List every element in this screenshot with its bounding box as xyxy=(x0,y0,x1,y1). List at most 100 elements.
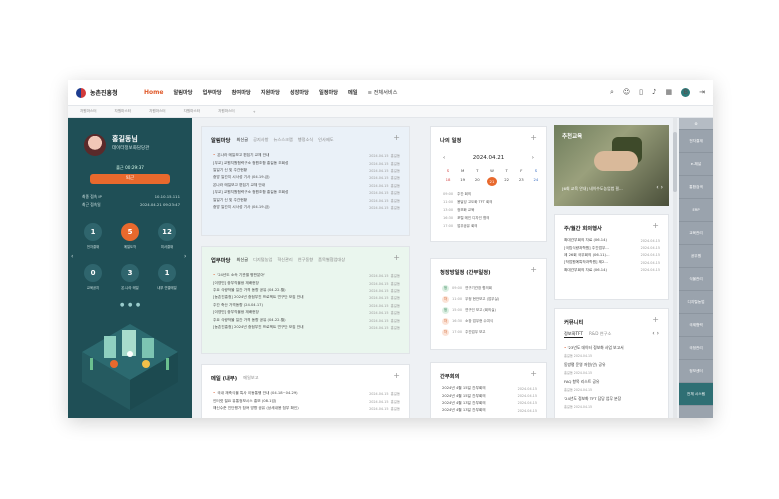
stat-onnara-mail[interactable]: 3 온-나라 메일 xyxy=(121,264,139,290)
tab-announcement[interactable]: 공지사항 xyxy=(253,137,268,143)
stats-prev-arrow[interactable]: ‹ xyxy=(71,253,73,260)
banner-nav-arrows[interactable]: ‹ › xyxy=(656,184,663,191)
breadcrumb-item[interactable]: 자원마스터 xyxy=(80,109,97,114)
nav-schedule[interactable]: 일정마당 xyxy=(319,89,338,96)
rail-item[interactable]: 디지털농업 xyxy=(679,291,713,314)
list-item[interactable]: '24년도 정보화 TFT 담당 업무 분장 홍길동 2024.04.15 xyxy=(564,396,664,413)
list-item[interactable]: 2024년 4월 15일 간부회의 2024.04.15 xyxy=(442,392,537,399)
list-item[interactable]: 차 17:00 주간업무 보고 xyxy=(442,327,552,338)
events-more-button[interactable]: + xyxy=(652,222,659,230)
list-item[interactable]: 동방평 운영 저원(안) 공유 홍길동 2024.04.15 xyxy=(564,362,664,379)
list-item[interactable]: 차 16:30 소장 업무현 수여식 xyxy=(442,316,552,327)
content-scrollbar[interactable] xyxy=(673,118,677,418)
rail-item[interactable]: 식물관리 xyxy=(679,268,713,291)
bell-icon[interactable]: ♪ xyxy=(652,88,656,97)
month-next-arrow[interactable]: › xyxy=(532,155,534,161)
rail-item[interactable]: 국제협력 xyxy=(679,314,713,337)
breadcrumb-item[interactable]: 자원마스터 xyxy=(184,109,201,114)
nav-all-services[interactable]: ≡ 전체서비스 xyxy=(368,89,398,96)
list-item[interactable]: 청 15:00 연구인 보고 (회의실) xyxy=(442,305,552,316)
nav-support[interactable]: 지원마당 xyxy=(261,89,280,96)
list-item[interactable]: [무교] 교원지원협력구소 청원조합 홍길동 조회성 2024.04.15 홍길동 xyxy=(213,159,400,166)
notice-more-button[interactable]: + xyxy=(393,134,400,142)
tab-hr[interactable]: 인사제도 xyxy=(318,137,333,143)
stat-pending[interactable]: 12 미서결재 xyxy=(158,223,176,249)
nav-mail[interactable]: 메일 xyxy=(348,89,358,96)
stat-mail[interactable]: 5 메일도착 xyxy=(121,223,139,249)
tab-latest[interactable]: 최신글 xyxy=(237,257,249,263)
schedule-item[interactable]: 17:00 업무공유 회의 xyxy=(443,224,543,232)
list-item[interactable]: [무교] 교원지원협력구소 청원조합 홍길동 조회성 2024.04.15 홍길동 xyxy=(213,189,400,196)
list-item[interactable]: 확대간부회의 자료 (06.14) 2024.04.15 xyxy=(564,237,660,244)
list-item[interactable]: [국립식량과학원] 주간업무... 2024.04.15 xyxy=(564,244,660,251)
breadcrumb-item[interactable]: 자원마스터 xyxy=(115,109,132,114)
schedule-item[interactable]: 13:00 정보화 교육 xyxy=(443,208,543,216)
nav-participate[interactable]: 참여마당 xyxy=(232,89,251,96)
calendar-day[interactable]: 19 xyxy=(458,177,468,186)
rail-all-systems[interactable]: 전체 시스템 xyxy=(679,383,713,406)
list-item[interactable]: [농촌진흥청] 2024년 중점부진 프로젝트 연구단 모집 안내 2024.04… xyxy=(213,294,400,301)
tab-digital-agri[interactable]: 디지털농업 xyxy=(253,257,272,263)
list-item[interactable]: [이영민] 중부직물쌍 재배현장 2024.04.15 홍길동 xyxy=(213,309,400,316)
calendar-day[interactable]: 18 xyxy=(443,177,453,186)
community-more-button[interactable]: + xyxy=(652,316,659,324)
scrollbar-thumb[interactable] xyxy=(673,132,677,192)
list-item[interactable]: 2024년 4월 13일 간부회의 2024.04.15 xyxy=(442,400,537,407)
list-item[interactable]: 일일기 신 및 주간현황 2024.04.15 홍길동 xyxy=(213,167,400,174)
tab-latest[interactable]: 최신글 xyxy=(237,137,249,143)
list-item[interactable]: 주요 식량작물 일간 가격 동향 공유 (04.22.월) 2024.04.15 … xyxy=(213,316,400,323)
list-item[interactable]: [농촌진흥청] 2024년 중점부진 프로젝트 연구단 모집 안내 2024.04… xyxy=(213,324,400,331)
recommended-education-banner[interactable]: 추천교육 [6회 교육 안내] 네이수도농업법 필... ‹ › xyxy=(554,125,669,206)
tab-rnd-lab[interactable]: R&D 연구소 xyxy=(589,331,611,338)
rail-item[interactable]: ERP xyxy=(679,199,713,222)
schedule-item[interactable]: 09:00 주간 회의 xyxy=(443,192,543,200)
list-item[interactable]: 일일기 신 및 주간현황 2024.04.15 홍길동 xyxy=(213,196,400,203)
rail-item[interactable]: 국정관리 xyxy=(679,337,713,360)
list-item[interactable]: • '23년도 데이터 정보화 사업 보고서 홍길동 2024.04.15 xyxy=(564,345,664,362)
logo[interactable]: 농촌진흥청 xyxy=(76,87,136,98)
list-item[interactable]: • 국내 재축식물 특사 이동통행 안내 (04.18~04.29) 2024.04… xyxy=(213,390,400,397)
list-item[interactable]: 주요 식량작물 일간 가격 동향 공유 (04.22.월) 2024.04.15 … xyxy=(213,287,400,294)
mail-more-button[interactable]: + xyxy=(393,372,400,380)
tab-it-tft[interactable]: 정보화TFT xyxy=(564,331,584,338)
list-item[interactable]: 제 26회 국무회의 (06.11)... 2024.04.15 xyxy=(564,252,660,259)
tab-admin-news[interactable]: 행정소식 xyxy=(298,137,313,143)
nav-work[interactable]: 업무마당 xyxy=(203,89,222,96)
list-item[interactable]: 확대간부회의 자료 (06.14) 2024.04.15 xyxy=(564,267,660,274)
stat-internal-mail[interactable]: 1 내부 연결메일 xyxy=(157,264,177,290)
schedule-add-button[interactable]: + xyxy=(530,134,537,142)
calendar-day[interactable]: 23 xyxy=(516,177,526,186)
stat-approval[interactable]: 1 전자결재 xyxy=(84,223,102,249)
list-item[interactable]: 온나라 메일보고 편집기 교체 안내 2024.04.15 홍길동 xyxy=(213,182,400,189)
breadcrumb-item[interactable]: 자원마스터 xyxy=(149,109,166,114)
list-item[interactable]: 청 09:00 연구기관장 협의회 xyxy=(442,283,552,294)
rail-item[interactable]: 교육관리 xyxy=(679,222,713,245)
list-item[interactable]: 2024년 4월 13일 간부회의 2024.04.15 xyxy=(442,407,537,414)
rail-item[interactable]: 전자결재 xyxy=(679,130,713,153)
nav-notice[interactable]: 알림마당 xyxy=(173,89,192,96)
list-item[interactable]: [이영민] 중부직물쌍 재배현장 2024.04.15 홍길동 xyxy=(213,279,400,286)
list-item[interactable]: 차 11:00 우정 현안보고 (업무실) xyxy=(442,294,552,305)
tab-research-trend[interactable]: 연구동향 xyxy=(298,257,313,263)
tab-news-scrap[interactable]: 뉴스스크랩 xyxy=(273,137,292,143)
leave-button[interactable]: 퇴근 xyxy=(90,174,170,184)
schedule-item[interactable]: 16:30 포털 메인 디자인 협의 xyxy=(443,216,543,224)
list-item[interactable]: 인터넷 필요 유통정보시스 홍보 (08.1검) 2024.04.15 홍길동 xyxy=(213,397,400,404)
calendar-day[interactable]: 24 xyxy=(531,177,541,186)
list-item[interactable]: FAQ 항목 리스트 공유 홍길동 2024.04.15 xyxy=(564,379,664,396)
tab-mail-report[interactable]: 메일보고 xyxy=(243,375,258,381)
search-icon[interactable]: ⌕ xyxy=(610,88,614,97)
exec-more-button[interactable]: + xyxy=(530,370,537,378)
breadcrumb-add-button[interactable]: + xyxy=(253,110,256,114)
bookmark-icon[interactable]: ▯ xyxy=(639,88,643,97)
list-item[interactable]: • '24년도 소속 기관별 평판분야' 2024.04.15 홍길동 xyxy=(213,272,400,279)
stat-education[interactable]: 0 교육공지 xyxy=(84,264,102,290)
tab-innovation[interactable]: 혁신관리 xyxy=(277,257,292,263)
list-item[interactable]: 중앙 일간지 시사성 기사 (04.19.금) 2024.04.15 홍길동 xyxy=(213,174,400,181)
director-more-button[interactable]: + xyxy=(530,266,537,274)
rail-item[interactable]: e-채널 xyxy=(679,153,713,176)
list-item[interactable]: [작업원예특작과학원] 제2... 2024.04.15 xyxy=(564,259,660,266)
user-icon[interactable]: ☺ xyxy=(623,88,630,97)
schedule-item[interactable]: 11:00 용달성 고도화 TFT 회의 xyxy=(443,200,543,208)
work-more-button[interactable]: + xyxy=(393,254,400,262)
